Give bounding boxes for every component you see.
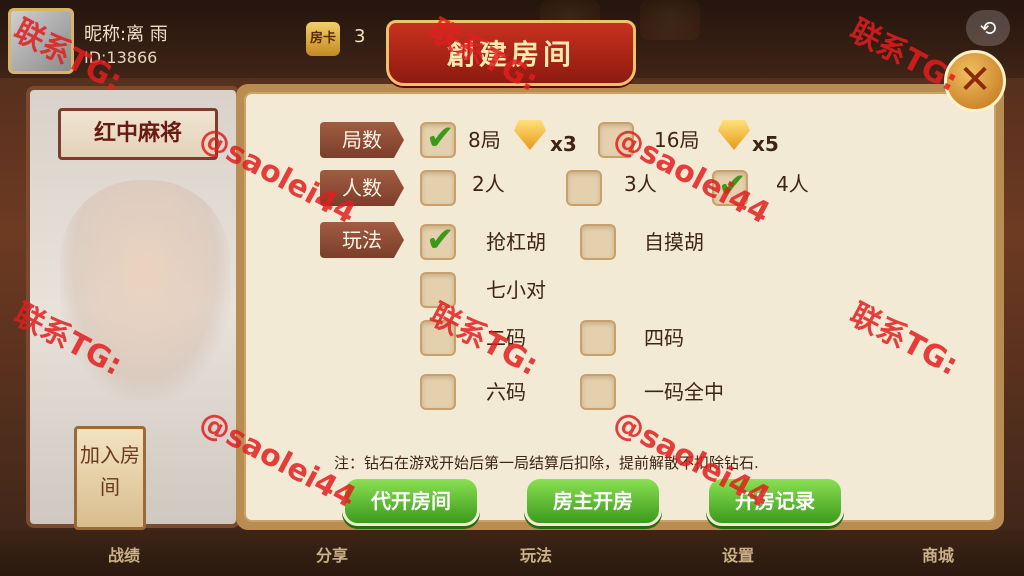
check-icon: ✔ <box>426 220 455 260</box>
back-icon[interactable]: ⟲ <box>966 10 1010 46</box>
rounds-label: 局数 <box>320 122 404 158</box>
proxy-open-room-button[interactable]: 代开房间 <box>342 476 480 526</box>
check-icon: ✔ <box>426 118 455 158</box>
avatar[interactable] <box>8 8 74 74</box>
option-erma: 二码 <box>486 326 526 350</box>
checkbox-8-rounds[interactable]: ✔ <box>420 118 456 158</box>
menu-settings[interactable]: 设置 <box>722 542 754 566</box>
option-liuma: 六码 <box>486 380 526 404</box>
option-3-players: 3人 <box>624 172 657 196</box>
join-room-button[interactable]: 加入房间 <box>74 426 146 530</box>
checkbox-liuma[interactable] <box>420 374 456 410</box>
room-card-icon: 房卡 <box>306 22 340 56</box>
checkbox-zimohu[interactable] <box>580 224 616 260</box>
checkbox-4-players[interactable]: ✔ <box>712 166 748 206</box>
checkbox-ermа[interactable] <box>420 320 456 356</box>
menu-share[interactable]: 分享 <box>316 542 348 566</box>
game-tab-hongzhong[interactable]: 红中麻将 <box>58 108 218 160</box>
cost-8-rounds: x3 <box>550 132 577 156</box>
checkbox-qixiaodui[interactable] <box>420 272 456 308</box>
option-2-players: 2人 <box>472 172 505 196</box>
dialog-title: 創建房间 <box>446 38 575 71</box>
option-yimaquanzhong: 一码全中 <box>644 380 724 404</box>
option-qiangganghu: 抢杠胡 <box>486 230 546 254</box>
checkbox-16-rounds[interactable] <box>598 122 634 158</box>
players-label: 人数 <box>320 170 404 206</box>
option-4-players: 4人 <box>776 172 809 196</box>
character-illustration <box>60 180 230 400</box>
option-zimohu: 自摸胡 <box>644 230 704 254</box>
close-icon[interactable]: ✕ <box>944 50 1006 112</box>
host-open-room-button[interactable]: 房主开房 <box>524 476 662 526</box>
game-list-panel: 红中麻将 加入房间 <box>26 86 240 530</box>
nickname-label: 昵称:离 雨 <box>84 24 168 45</box>
checkbox-qiangganghu[interactable]: ✔ <box>420 220 456 260</box>
diamond-note: 注：钻石在游戏开始后第一局结算后扣除，提前解散不扣除钻石. <box>334 454 759 472</box>
room-card-count: 3 <box>354 26 366 47</box>
checkbox-yimaquanzhong[interactable] <box>580 374 616 410</box>
checkbox-2-players[interactable] <box>420 170 456 206</box>
menu-record[interactable]: 战绩 <box>108 542 140 566</box>
option-sima: 四码 <box>644 326 684 350</box>
option-16-rounds: 16局 <box>654 128 700 152</box>
option-qixiaodui: 七小对 <box>486 278 546 302</box>
option-8-rounds: 8局 <box>468 128 501 152</box>
checkbox-3-players[interactable] <box>566 170 602 206</box>
check-icon: ✔ <box>718 166 747 206</box>
dialog-title-banner: 創建房间 <box>386 20 636 86</box>
user-id-label: ID:13866 <box>84 48 158 67</box>
bottom-menu <box>0 530 1024 576</box>
rules-label: 玩法 <box>320 222 404 258</box>
menu-shop[interactable]: 商城 <box>922 542 954 566</box>
menu-rules[interactable]: 玩法 <box>520 542 552 566</box>
open-record-button[interactable]: 开房记录 <box>706 476 844 526</box>
cost-16-rounds: x5 <box>752 132 779 156</box>
checkbox-sima[interactable] <box>580 320 616 356</box>
